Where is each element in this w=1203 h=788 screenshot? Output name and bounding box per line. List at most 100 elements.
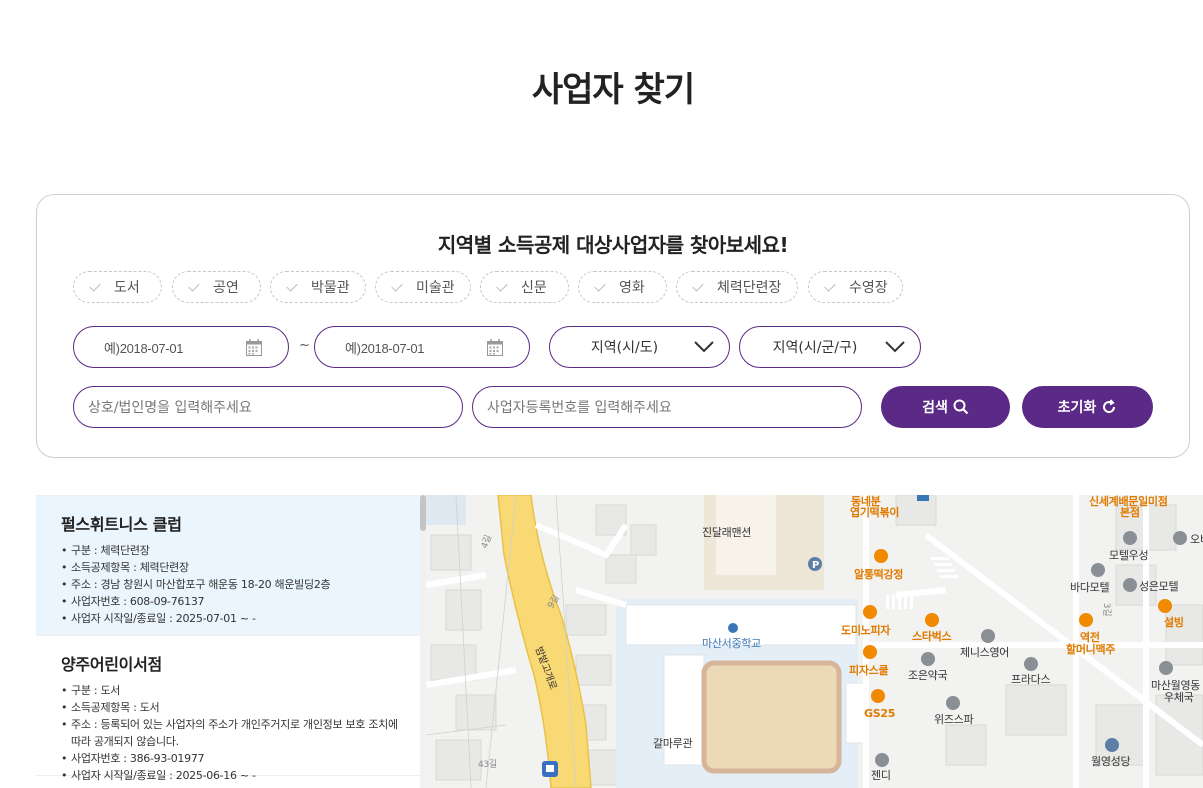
motel-pin-icon[interactable]	[1123, 531, 1137, 545]
motel-pin-icon[interactable]	[1123, 578, 1137, 592]
category-chip-gym[interactable]: 체력단련장	[676, 271, 798, 303]
map-poi-halmeoni[interactable]: 할머니맥주	[1066, 641, 1115, 657]
category-chip-label: 도서	[114, 280, 140, 296]
map-poi-bada-motel[interactable]: 바다모텔	[1070, 579, 1110, 595]
result-item[interactable]: 펄스휘트니스 클럽 구분 : 체력단련장 소득공제항목 : 체력단련장 주소 :…	[36, 496, 422, 636]
result-name: 펄스휘트니스 클럽	[61, 515, 182, 534]
result-name: 양주어린이서점	[61, 655, 162, 674]
post-office-pin-icon[interactable]	[1159, 661, 1173, 675]
check-icon	[287, 281, 299, 293]
place-pin-icon[interactable]	[875, 753, 889, 767]
region-sigungu-select[interactable]: 지역(시/군/구)	[739, 326, 921, 368]
motel-pin-icon[interactable]	[1173, 531, 1187, 545]
business-number-input[interactable]: 사업자등록번호를 입력해주세요	[472, 386, 862, 428]
reset-button[interactable]: 초기화	[1022, 386, 1153, 428]
motel-pin-icon[interactable]	[1091, 563, 1105, 577]
result-category: 구분 : 체력단련장	[61, 542, 422, 559]
result-address: 주소 : 등록되어 있는 사업자의 주소가 개인주거지로 개인정보 보호 조치에…	[61, 716, 406, 750]
check-icon	[90, 281, 102, 293]
end-date-input[interactable]: 예)2018-07-01	[314, 326, 530, 368]
start-date-input[interactable]: 예)2018-07-01	[73, 326, 289, 368]
category-chip-label: 체력단련장	[717, 280, 782, 296]
store-pin-icon[interactable]	[871, 689, 885, 703]
pharmacy-pin-icon[interactable]	[921, 652, 935, 666]
place-pin-icon[interactable]	[946, 696, 960, 710]
business-name-input[interactable]: 상호/법인명을 입력해주세요	[73, 386, 463, 428]
search-button-label: 검색	[922, 400, 948, 416]
category-chip-label: 박물관	[311, 280, 350, 296]
business-name-placeholder: 상호/법인명을 입력해주세요	[88, 400, 252, 416]
category-chip-label: 수영장	[849, 280, 888, 296]
result-address: 주소 : 경남 창원시 마산합포구 해운동 18-20 해운빌딩2층	[61, 576, 422, 593]
page-title: 사업자 찾기	[531, 70, 695, 110]
food-pin-icon[interactable]	[863, 605, 877, 619]
map-poi-yeopgi[interactable]: 엽기떡볶이	[850, 504, 899, 520]
bar-pin-icon[interactable]	[1079, 613, 1093, 627]
svg-text:P: P	[812, 560, 819, 571]
chevron-down-icon	[885, 341, 905, 353]
map-poi-prada[interactable]: 프라다스	[1011, 671, 1051, 687]
map-label-apartment: 진달래맨션	[702, 526, 752, 539]
region-sido-value: 지역(시/도)	[590, 340, 659, 356]
category-chip-movie[interactable]: 영화	[578, 271, 667, 303]
map-label-school: 마산서중학교	[702, 637, 761, 650]
result-period: 사업자 시작일/종료일 : 2025-07-01 ~ -	[61, 610, 422, 627]
category-chip-label: 공연	[213, 280, 239, 296]
chevron-down-icon	[694, 341, 714, 353]
check-icon	[693, 281, 705, 293]
map-label-building: 갈마루관	[653, 737, 693, 750]
map-label-alley-4: 3길	[1101, 602, 1112, 617]
map-view[interactable]: P 진달래맨션 마산서중학교 갈마루관 밤밭고개로 9길 4길 43길 3길 동…	[426, 495, 1203, 788]
category-chip-newspaper[interactable]: 신문	[480, 271, 569, 303]
place-pin-icon[interactable]	[981, 629, 995, 643]
map-poi-pizzaschool[interactable]: 피자스쿨	[849, 662, 889, 678]
map-poi-obi[interactable]: 오비	[1190, 531, 1203, 547]
map-poi-tteokgangjeong[interactable]: 알통떡강정	[854, 566, 903, 582]
category-chip-performance[interactable]: 공연	[172, 271, 261, 303]
calendar-icon[interactable]	[246, 339, 262, 356]
map-poi-church[interactable]: 월영성당	[1091, 753, 1131, 769]
place-pin-icon[interactable]	[1024, 657, 1038, 671]
food-pin-icon[interactable]	[863, 645, 877, 659]
map-poi-tennis[interactable]: 제니스영어	[960, 644, 1009, 660]
search-button[interactable]: 검색	[881, 386, 1010, 428]
check-icon	[497, 281, 509, 293]
result-period: 사업자 시작일/종료일 : 2025-06-16 ~ -	[61, 767, 422, 784]
search-subtitle: 지역별 소득공제 대상사업자를 찾아보세요!	[437, 233, 789, 257]
map-poi-dominos[interactable]: 도미노피자	[841, 622, 890, 638]
reset-button-label: 초기화	[1057, 400, 1097, 416]
result-deduction-item: 소득공제항목 : 체력단련장	[61, 559, 422, 576]
check-icon	[189, 281, 201, 293]
church-pin-icon[interactable]	[1105, 738, 1119, 752]
map-poi-seolbing[interactable]: 설빙	[1164, 614, 1184, 630]
search-icon	[953, 399, 969, 415]
category-chip-book[interactable]: 도서	[73, 271, 162, 303]
result-category: 구분 : 도서	[61, 682, 422, 699]
result-business-number: 사업자번호 : 386-93-01977	[61, 750, 422, 767]
cafe-pin-icon[interactable]	[925, 613, 939, 627]
map-poi-motel-woosung[interactable]: 모텔우성	[1109, 547, 1149, 563]
map-poi-gs25[interactable]: GS25	[864, 707, 895, 720]
map-label-alley-3: 43길	[478, 760, 497, 770]
map-poi-starbucks[interactable]: 스타벅스	[912, 628, 952, 644]
category-chip-museum[interactable]: 박물관	[270, 271, 366, 303]
map-poi-wizpa[interactable]: 위즈스파	[934, 711, 974, 727]
food-pin-icon[interactable]	[874, 549, 888, 563]
category-chip-label: 신문	[521, 280, 547, 296]
category-chip-gallery[interactable]: 미술관	[375, 271, 471, 303]
refresh-icon	[1103, 399, 1116, 413]
map-poi-shinsegae-main[interactable]: 본점	[1120, 504, 1140, 520]
result-item[interactable]: 양주어린이서점 구분 : 도서 소득공제항목 : 도서 주소 : 등록되어 있는…	[36, 636, 422, 784]
map-poi-post-office[interactable]: 우체국	[1164, 689, 1194, 705]
map-poi-pharmacy[interactable]: 조은약국	[908, 667, 948, 683]
region-sido-select[interactable]: 지역(시/도)	[549, 326, 730, 368]
category-chip-pool[interactable]: 수영장	[808, 271, 903, 303]
map-poi-seongeun-motel[interactable]: 성은모텔	[1139, 578, 1179, 594]
cafe-pin-icon[interactable]	[1158, 599, 1172, 613]
map-poi-gendy[interactable]: 젠디	[871, 767, 891, 783]
calendar-icon[interactable]	[487, 339, 503, 356]
result-business-number: 사업자번호 : 608-09-76137	[61, 593, 422, 610]
business-number-placeholder: 사업자등록번호를 입력해주세요	[487, 400, 672, 416]
category-chip-label: 영화	[619, 280, 645, 296]
date-range-separator: ~	[299, 338, 310, 353]
